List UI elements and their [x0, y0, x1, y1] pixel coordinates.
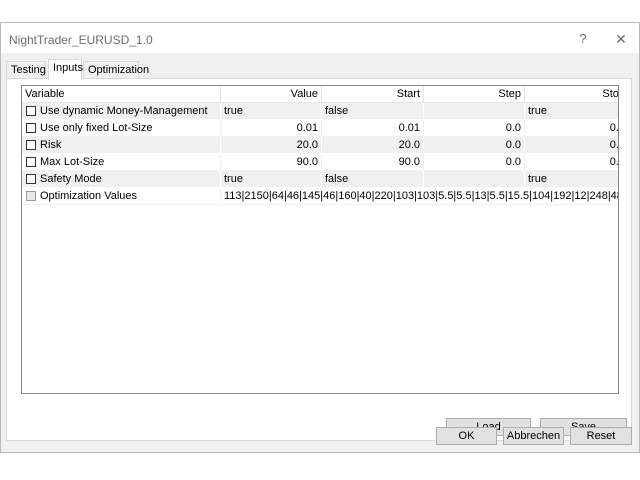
stop-cell[interactable]: 0.0: [525, 154, 618, 171]
dialog-window: NightTrader_EURUSD_1.0 ? ✕ Testing Input…: [0, 22, 640, 453]
row-checkbox[interactable]: [26, 140, 36, 150]
header-variable[interactable]: Variable: [22, 86, 221, 103]
inputs-panel: Variable Value Start Step Stop Use dynam…: [6, 78, 632, 441]
row-checkbox[interactable]: [26, 157, 36, 167]
variable-name: Risk: [40, 139, 62, 151]
row-checkbox[interactable]: [26, 123, 36, 133]
variable-cell: Use only fixed Lot-Size: [22, 120, 221, 137]
stop-cell[interactable]: 0.0: [525, 120, 618, 137]
tab-inputs[interactable]: Inputs: [48, 59, 83, 80]
header-stop[interactable]: Stop: [525, 86, 618, 103]
help-button[interactable]: ?: [573, 29, 593, 49]
stop-cell[interactable]: true: [525, 103, 618, 120]
variable-name: Use only fixed Lot-Size: [40, 122, 153, 134]
variable-cell: Risk: [22, 137, 221, 154]
cancel-button[interactable]: Abbrechen: [503, 427, 564, 445]
start-cell[interactable]: 0.01: [322, 120, 424, 137]
reset-button[interactable]: Reset: [570, 427, 632, 445]
stop-cell[interactable]: 0.0: [525, 137, 618, 154]
window-title: NightTrader_EURUSD_1.0: [9, 33, 153, 47]
variable-cell: Use dynamic Money-Management: [22, 103, 221, 120]
variable-cell: Safety Mode: [22, 171, 221, 188]
header-step[interactable]: Step: [424, 86, 525, 103]
tab-optimization[interactable]: Optimization: [83, 61, 149, 79]
table-header: Variable Value Start Step Stop: [22, 86, 618, 103]
variable-name: Optimization Values: [40, 190, 138, 202]
row-checkbox[interactable]: [26, 191, 36, 201]
header-start[interactable]: Start: [322, 86, 424, 103]
step-cell[interactable]: 0.0: [424, 137, 525, 154]
row-checkbox[interactable]: [26, 106, 36, 116]
step-cell[interactable]: [424, 103, 525, 120]
variable-cell: Optimization Values: [22, 188, 221, 205]
step-cell[interactable]: 0.0: [424, 120, 525, 137]
start-cell[interactable]: false: [322, 171, 424, 188]
variable-cell: Max Lot-Size: [22, 154, 221, 171]
title-bar: NightTrader_EURUSD_1.0 ? ✕: [1, 23, 639, 53]
value-cell[interactable]: 20.0: [221, 137, 322, 154]
value-cell[interactable]: 90.0: [221, 154, 322, 171]
ok-button[interactable]: OK: [436, 427, 497, 445]
step-cell[interactable]: [424, 171, 525, 188]
value-cell[interactable]: true: [221, 171, 322, 188]
table-row: Use dynamic Money-Management true false …: [22, 103, 618, 120]
tab-testing[interactable]: Testing: [6, 61, 46, 79]
close-button[interactable]: ✕: [609, 28, 633, 50]
step-cell[interactable]: 0.0: [424, 154, 525, 171]
header-value[interactable]: Value: [221, 86, 322, 103]
table-row: Optimization Values 113|2150|64|46|145|4…: [22, 188, 618, 205]
stop-cell[interactable]: true: [525, 171, 618, 188]
variable-name: Use dynamic Money-Management: [40, 105, 208, 117]
value-cell[interactable]: true: [221, 103, 322, 120]
table-row: Max Lot-Size 90.0 90.0 0.0 0.0: [22, 154, 618, 171]
table-row: Use only fixed Lot-Size 0.01 0.01 0.0 0.…: [22, 120, 618, 137]
start-cell[interactable]: 90.0: [322, 154, 424, 171]
row-checkbox[interactable]: [26, 174, 36, 184]
table-row: Safety Mode true false true: [22, 171, 618, 188]
value-cell[interactable]: 0.01: [221, 120, 322, 137]
value-cell[interactable]: 113|2150|64|46|145|46|160|40|220|103|103…: [221, 188, 618, 205]
start-cell[interactable]: false: [322, 103, 424, 120]
variable-name: Max Lot-Size: [40, 156, 105, 168]
start-cell[interactable]: 20.0: [322, 137, 424, 154]
variable-name: Safety Mode: [40, 173, 102, 185]
inputs-table: Variable Value Start Step Stop Use dynam…: [21, 85, 619, 394]
table-row: Risk 20.0 20.0 0.0 0.0: [22, 137, 618, 154]
